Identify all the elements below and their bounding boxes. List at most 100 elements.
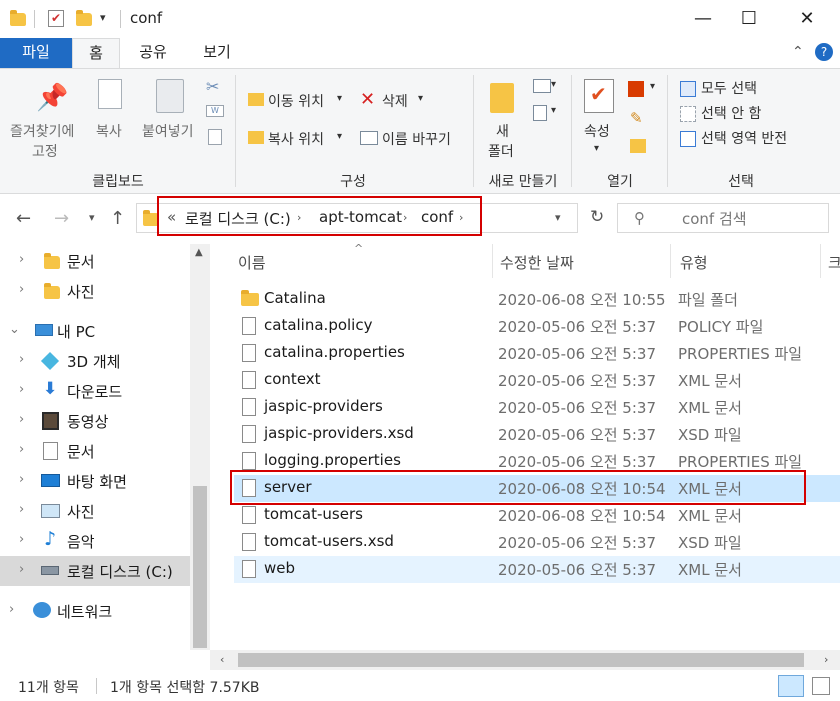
recent-locations-icon[interactable]: ▾ xyxy=(89,211,95,224)
chevron-down-icon: ▾ xyxy=(418,93,424,104)
copy-to-button[interactable]: 복사 위치 xyxy=(268,129,324,149)
file-row[interactable]: web 2020-05-06 오전 5:37 XML 문서 xyxy=(234,556,840,583)
nav-item-documents[interactable]: › 문서 xyxy=(0,246,190,276)
chevron-right-icon[interactable]: › xyxy=(19,532,24,547)
forward-arrow-icon[interactable]: → xyxy=(54,208,69,229)
customize-dropdown-icon[interactable]: ▾ xyxy=(100,11,106,24)
details-view-icon[interactable] xyxy=(778,675,804,697)
file-icon xyxy=(242,425,256,443)
chevron-right-icon[interactable]: › xyxy=(19,472,24,487)
folder-icon xyxy=(10,10,26,26)
nav-item-network[interactable]: › 네트워크 xyxy=(0,596,190,626)
scroll-left-icon[interactable]: ‹ xyxy=(220,653,224,666)
chevron-right-icon[interactable]: › xyxy=(19,562,24,577)
file-row[interactable]: tomcat-users.xsd 2020-05-06 오전 5:37 XSD … xyxy=(234,529,840,556)
refresh-icon[interactable]: ↻ xyxy=(590,207,604,227)
nav-scrollbar[interactable]: ▲ xyxy=(190,244,210,650)
nav-item-documents-pc[interactable]: › 문서 xyxy=(0,436,190,466)
chevron-down-icon[interactable]: ⌄ xyxy=(9,322,20,337)
nav-item-videos[interactable]: › 동영상 xyxy=(0,406,190,436)
nav-item-3d-objects[interactable]: › 3D 개체 xyxy=(0,346,190,376)
file-row[interactable]: jaspic-providers 2020-05-06 오전 5:37 XML … xyxy=(234,394,840,421)
picture-icon xyxy=(41,504,60,518)
horizontal-scrollbar[interactable]: ‹ › xyxy=(210,650,840,670)
minimize-button[interactable]: — xyxy=(680,0,726,38)
file-row[interactable]: jaspic-providers.xsd 2020-05-06 오전 5:37 … xyxy=(234,421,840,448)
file-row[interactable]: catalina.properties 2020-05-06 오전 5:37 P… xyxy=(234,340,840,367)
chevron-down-icon: ▾ xyxy=(594,143,600,154)
address-history-dropdown[interactable]: ▾ xyxy=(555,211,561,224)
copy-button[interactable]: 복사 xyxy=(96,121,122,141)
nav-item-downloads[interactable]: › ⬇ 다운로드 xyxy=(0,376,190,406)
file-row[interactable]: tomcat-users 2020-06-08 오전 10:54 XML 문서 xyxy=(234,502,840,529)
maximize-button[interactable]: ☐ xyxy=(726,0,772,38)
file-name: jaspic-providers xyxy=(264,397,383,415)
help-icon[interactable]: ? xyxy=(815,43,833,61)
collapse-ribbon-icon[interactable]: ⌃ xyxy=(792,44,804,60)
back-arrow-icon[interactable]: ← xyxy=(16,208,31,229)
file-icon xyxy=(242,398,256,416)
properties-quick-icon[interactable]: ✔ xyxy=(48,10,64,27)
invert-selection-button[interactable]: 선택 영역 반전 xyxy=(701,128,787,148)
chevron-right-icon[interactable]: › xyxy=(9,602,14,617)
nav-item-this-pc[interactable]: ⌄ 내 PC xyxy=(0,316,190,346)
chevron-right-icon[interactable]: › xyxy=(19,382,24,397)
file-name: catalina.properties xyxy=(264,343,405,361)
scrollbar-thumb[interactable] xyxy=(238,653,804,667)
nav-item-pictures-pc[interactable]: › 사진 xyxy=(0,496,190,526)
file-row[interactable]: context 2020-05-06 오전 5:37 XML 문서 xyxy=(234,367,840,394)
scroll-up-icon[interactable]: ▲ xyxy=(195,247,203,258)
easy-access-icon[interactable] xyxy=(533,105,547,121)
open-group-label: 열기 xyxy=(607,174,633,190)
properties-icon: ✔ xyxy=(584,79,614,113)
paste-shortcut-icon[interactable] xyxy=(208,129,222,145)
large-icons-view-icon[interactable] xyxy=(812,677,830,695)
column-header-date[interactable]: 수정한 날짜 xyxy=(500,252,574,273)
tab-view[interactable]: 보기 xyxy=(190,38,244,68)
history-icon[interactable] xyxy=(630,139,646,153)
column-header-type[interactable]: 유형 xyxy=(680,252,708,273)
nav-item-desktop[interactable]: › 바탕 화면 xyxy=(0,466,190,496)
delete-button[interactable]: 삭제 xyxy=(382,91,408,111)
search-input[interactable]: ⚲ conf 검색 xyxy=(617,203,829,233)
column-header-name[interactable]: 이름 xyxy=(238,252,266,273)
select-none-button[interactable]: 선택 안 함 xyxy=(701,103,761,123)
chevron-right-icon[interactable]: › xyxy=(19,282,24,297)
new-folder-button[interactable]: 새 xyxy=(496,121,509,141)
tab-home[interactable]: 홈 xyxy=(72,38,120,68)
close-button[interactable]: ✕ xyxy=(784,0,830,38)
edit-icon[interactable]: ✎ xyxy=(630,109,643,127)
tab-file[interactable]: 파일 xyxy=(0,38,72,68)
rename-button[interactable]: 이름 바꾸기 xyxy=(382,129,451,149)
copy-path-icon[interactable]: W xyxy=(206,105,224,117)
column-header-size[interactable]: 크 xyxy=(828,252,840,273)
new-item-icon[interactable] xyxy=(533,79,551,93)
nav-item-music[interactable]: › ♪ 음악 xyxy=(0,526,190,556)
move-to-button[interactable]: 이동 위치 xyxy=(268,91,324,111)
chevron-right-icon[interactable]: › xyxy=(19,412,24,427)
properties-button[interactable]: 속성 xyxy=(584,121,610,141)
pin-to-quick-access-button[interactable]: 즐겨찾기에 xyxy=(10,121,74,141)
office-open-icon[interactable] xyxy=(628,81,644,97)
file-row[interactable]: catalina.policy 2020-05-06 오전 5:37 POLIC… xyxy=(234,313,840,340)
file-row[interactable]: Catalina 2020-06-08 오전 10:55 파일 폴더 xyxy=(234,286,840,313)
cut-icon[interactable]: ✂ xyxy=(206,77,219,96)
chevron-right-icon[interactable]: › xyxy=(19,352,24,367)
copy-to-icon xyxy=(248,131,264,144)
chevron-right-icon[interactable]: › xyxy=(19,502,24,517)
file-date: 2020-05-06 오전 5:37 xyxy=(498,561,656,579)
new-folder-quick-icon[interactable] xyxy=(76,10,92,26)
paste-button[interactable]: 붙여넣기 xyxy=(142,121,194,141)
scrollbar-thumb[interactable] xyxy=(193,486,207,648)
tab-share[interactable]: 공유 xyxy=(128,38,178,68)
chevron-right-icon[interactable]: › xyxy=(19,252,24,267)
up-arrow-icon[interactable]: ↑ xyxy=(110,208,125,229)
nav-item-pictures[interactable]: › 사진 xyxy=(0,276,190,306)
scroll-right-icon[interactable]: › xyxy=(824,653,828,666)
select-all-button[interactable]: 모두 선택 xyxy=(701,78,757,98)
file-icon xyxy=(242,452,256,470)
nav-item-local-disk[interactable]: › 로컬 디스크 (C:) xyxy=(0,556,190,586)
file-icon xyxy=(242,317,256,335)
chevron-right-icon[interactable]: › xyxy=(19,442,24,457)
divider xyxy=(120,10,121,28)
